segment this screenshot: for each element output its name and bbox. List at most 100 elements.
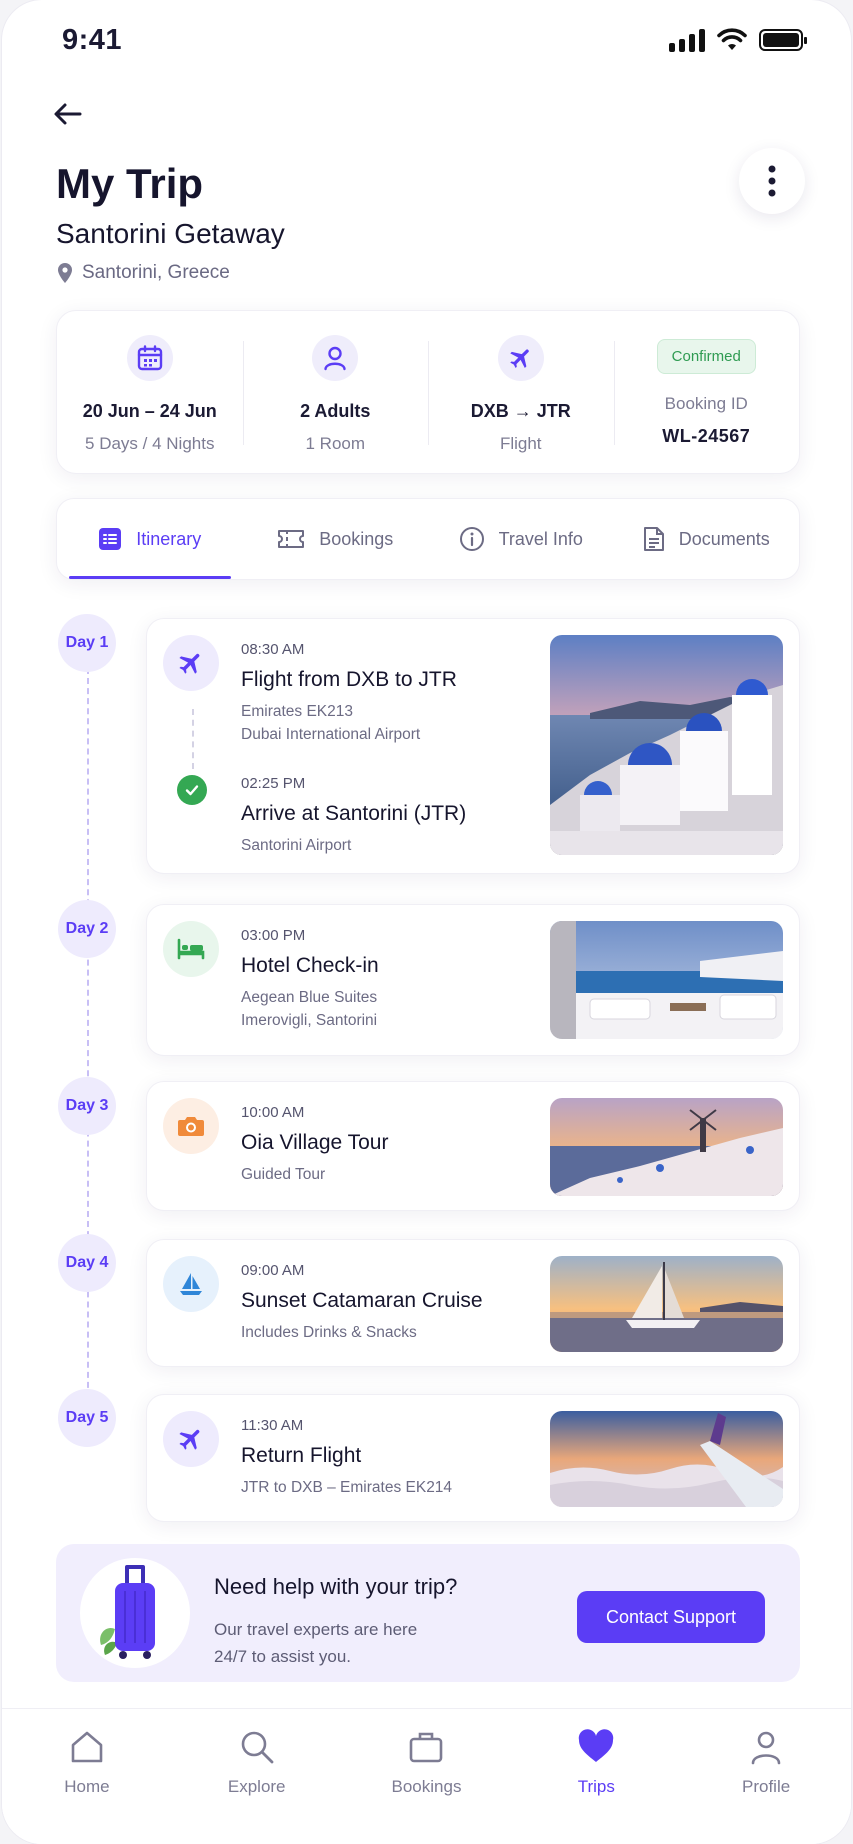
nav-trips-label: Trips bbox=[577, 1777, 615, 1796]
event-oia-tour: 10:00 AM Oia Village Tour Guided Tour bbox=[241, 1104, 541, 1186]
event-hotel-checkin: 03:00 PM Hotel Check-in Aegean Blue Suit… bbox=[241, 927, 541, 1033]
page-title: My Trip bbox=[56, 160, 204, 207]
guest-count: 2 Adults bbox=[300, 401, 371, 421]
event-title: Oia Village Tour bbox=[241, 1131, 389, 1154]
location-text: Santorini, Greece bbox=[82, 262, 230, 283]
status-badge: Confirmed bbox=[656, 339, 756, 374]
tab-itinerary-label: Itinerary bbox=[136, 528, 202, 549]
summary-booking: Confirmed Booking ID WL-24567 bbox=[613, 311, 800, 473]
info-icon bbox=[459, 527, 484, 551]
itinerary-card-day-4[interactable]: 09:00 AM Sunset Catamaran Cruise Include… bbox=[146, 1239, 800, 1367]
day-badge: Day 5 bbox=[58, 1389, 116, 1447]
nav-home-label: Home bbox=[64, 1777, 110, 1796]
search-icon bbox=[241, 1731, 274, 1764]
help-text-line: 24/7 to assist you. bbox=[214, 1647, 352, 1667]
event-connector bbox=[192, 709, 194, 769]
event-title: Flight from DXB to JTR bbox=[241, 668, 457, 691]
booking-id-label: Booking ID bbox=[664, 394, 748, 413]
home-icon bbox=[71, 1731, 103, 1763]
list-icon bbox=[99, 528, 122, 550]
airplane-wing-photo bbox=[550, 1411, 783, 1507]
room-count: 1 Room bbox=[305, 434, 366, 453]
event-time: 02:25 PM bbox=[241, 775, 306, 792]
event-title: Return Flight bbox=[241, 1444, 362, 1467]
day-badge: Day 2 bbox=[58, 900, 116, 958]
help-title: Need help with your trip? bbox=[214, 1574, 458, 1599]
event-detail: JTR to DXB – Emirates EK214 bbox=[241, 1476, 561, 1499]
event-detail: Aegean Blue Suites Imerovigli, Santorini bbox=[241, 986, 541, 1033]
event-title: Hotel Check-in bbox=[241, 954, 379, 977]
tab-bookings[interactable]: Bookings bbox=[243, 499, 429, 579]
tab-travel-info[interactable]: Travel Info bbox=[428, 499, 614, 579]
event-arrival: 02:25 PM Arrive at Santorini (JTR) Santo… bbox=[241, 775, 541, 857]
event-detail: Guided Tour bbox=[241, 1163, 541, 1186]
nav-bookings[interactable]: Bookings bbox=[342, 1709, 512, 1844]
tab-documents-label: Documents bbox=[678, 528, 770, 549]
transport-type: Flight bbox=[499, 434, 542, 453]
event-return-flight: 11:30 AM Return Flight JTR to DXB – Emir… bbox=[241, 1417, 561, 1499]
event-time: 09:00 AM bbox=[241, 1262, 305, 1279]
nav-explore-label: Explore bbox=[227, 1777, 286, 1796]
help-text: Our travel experts are here 24/7 to assi… bbox=[214, 1616, 474, 1670]
user-icon bbox=[751, 1731, 781, 1765]
more-options-button[interactable] bbox=[739, 148, 805, 214]
trip-dates: 20 Jun – 24 Jun bbox=[82, 401, 217, 421]
itinerary-card-day-5[interactable]: 11:30 AM Return Flight JTR to DXB – Emir… bbox=[146, 1394, 800, 1522]
event-detail-line: Dubai International Airport bbox=[241, 726, 421, 744]
event-detail-line: Guided Tour bbox=[241, 1166, 326, 1183]
briefcase-icon bbox=[410, 1732, 443, 1763]
plane-icon bbox=[163, 1411, 219, 1467]
nav-home[interactable]: Home bbox=[2, 1709, 172, 1844]
nav-trips[interactable]: Trips bbox=[511, 1709, 681, 1844]
more-vertical-icon bbox=[768, 165, 776, 197]
day-badge: Day 3 bbox=[58, 1077, 116, 1135]
event-title: Arrive at Santorini (JTR) bbox=[241, 802, 467, 825]
event-detail-line: Emirates EK213 bbox=[241, 703, 353, 720]
nav-profile[interactable]: Profile bbox=[681, 1709, 851, 1844]
hotel-photo bbox=[550, 921, 783, 1039]
catamaran-photo bbox=[550, 1256, 783, 1352]
status-time: 9:41 bbox=[62, 24, 123, 56]
camera-icon bbox=[163, 1098, 219, 1154]
heart-icon bbox=[579, 1729, 614, 1762]
event-detail-line: JTR to DXB – Emirates EK214 bbox=[241, 1479, 453, 1496]
event-time: 10:00 AM bbox=[241, 1104, 305, 1121]
user-icon bbox=[312, 335, 359, 381]
document-icon bbox=[643, 527, 664, 551]
plane-icon bbox=[163, 635, 219, 691]
nav-bookings-label: Bookings bbox=[391, 1777, 462, 1796]
tab-itinerary[interactable]: Itinerary bbox=[57, 499, 243, 579]
location-pin-icon bbox=[58, 263, 72, 283]
event-flight-out: 08:30 AM Flight from DXB to JTR Emirates… bbox=[241, 641, 541, 747]
trip-tabs: Itinerary Bookings Travel Info Documents bbox=[56, 498, 800, 580]
wifi-icon bbox=[717, 28, 747, 50]
event-detail-line: Includes Drinks & Snacks bbox=[241, 1324, 417, 1341]
nav-explore[interactable]: Explore bbox=[172, 1709, 342, 1844]
booking-id: WL-24567 bbox=[662, 426, 751, 446]
back-arrow-icon[interactable] bbox=[50, 96, 86, 132]
status-icons bbox=[669, 28, 807, 52]
summary-guests: 2 Adults 1 Room bbox=[242, 311, 429, 473]
help-card: Need help with your trip? Our travel exp… bbox=[56, 1544, 800, 1682]
bottom-nav: Home Explore Bookings Trips Profile bbox=[2, 1708, 851, 1844]
check-icon bbox=[177, 775, 207, 805]
itinerary-card-day-2[interactable]: 03:00 PM Hotel Check-in Aegean Blue Suit… bbox=[146, 904, 800, 1056]
itinerary-card-day-1[interactable]: 08:30 AM Flight from DXB to JTR Emirates… bbox=[146, 618, 800, 874]
itinerary-card-day-3[interactable]: 10:00 AM Oia Village Tour Guided Tour bbox=[146, 1081, 800, 1211]
trip-duration: 5 Days / 4 Nights bbox=[85, 434, 215, 453]
tab-bookings-label: Bookings bbox=[319, 528, 394, 549]
tab-documents[interactable]: Documents bbox=[614, 499, 800, 579]
ticket-icon bbox=[278, 530, 305, 548]
day-badge: Day 1 bbox=[58, 614, 116, 672]
nav-profile-label: Profile bbox=[741, 1777, 791, 1796]
calendar-icon bbox=[126, 335, 173, 381]
event-detail-line: Santorini Airport bbox=[241, 837, 352, 854]
signal-icon bbox=[669, 28, 705, 52]
event-catamaran-cruise: 09:00 AM Sunset Catamaran Cruise Include… bbox=[241, 1262, 541, 1344]
tab-travel-info-label: Travel Info bbox=[498, 528, 583, 549]
trip-name: Santorini Getaway bbox=[56, 218, 285, 249]
event-detail-line: Aegean Blue Suites bbox=[241, 989, 378, 1006]
event-detail: Santorini Airport bbox=[241, 834, 541, 857]
trip-location: Santorini, Greece bbox=[58, 262, 230, 284]
contact-support-button[interactable]: Contact Support bbox=[577, 1591, 765, 1643]
